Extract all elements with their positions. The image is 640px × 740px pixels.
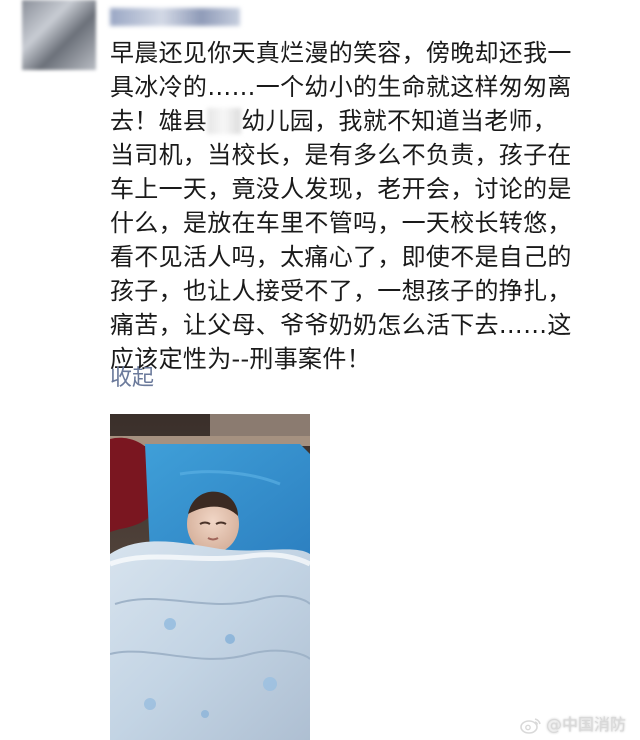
redaction-mask <box>207 108 242 134</box>
post-text-line: 具冰冷的……一个幼小的生命就这样匆匆离 <box>110 73 572 101</box>
post-text-line: 早晨还见你天真烂漫的笑容，傍晚却还我一 <box>110 39 572 67</box>
post-text-segment: 去！雄县 <box>110 107 208 135</box>
post-text-line: 看不见活人吗，太痛心了，即使不是自己的 <box>110 243 572 271</box>
post-text-line: 车上一天，竟没人发现，老开会，讨论的是 <box>110 175 572 203</box>
watermark-text: @中国消防 <box>545 715 626 734</box>
post-text-line: 什么，是放在车里不管吗，一天校长转悠， <box>110 209 572 237</box>
post-author-avatar[interactable] <box>22 0 96 70</box>
post-text-line: 痛苦，让父母、爷爷奶奶怎么活下去……这 <box>110 311 572 339</box>
post-author-name[interactable]: ▒▒▒▒▒▒▒ <box>110 8 240 26</box>
post-photo[interactable] <box>110 414 310 740</box>
post-text-line: 当司机，当校长，是有多么不负责，孩子在 <box>110 141 572 169</box>
post-text-line: 去！雄县 幼儿园，我就不知道当老师， <box>110 104 630 138</box>
post-text: 早晨还见你天真烂漫的笑容，傍晚却还我一 具冰冷的……一个幼小的生命就这样匆匆离 … <box>110 36 630 376</box>
collapse-link[interactable]: 收起 <box>110 364 154 394</box>
watermark: @中国消防 <box>520 714 626 736</box>
post-text-line: 应该定性为--刑事案件！ <box>110 345 371 373</box>
post-text-line: 孩子，也让人接受不了，一想孩子的挣扎， <box>110 277 572 305</box>
weibo-icon <box>520 716 542 734</box>
post-text-segment: 幼儿园，我就不知道当老师， <box>241 107 558 135</box>
